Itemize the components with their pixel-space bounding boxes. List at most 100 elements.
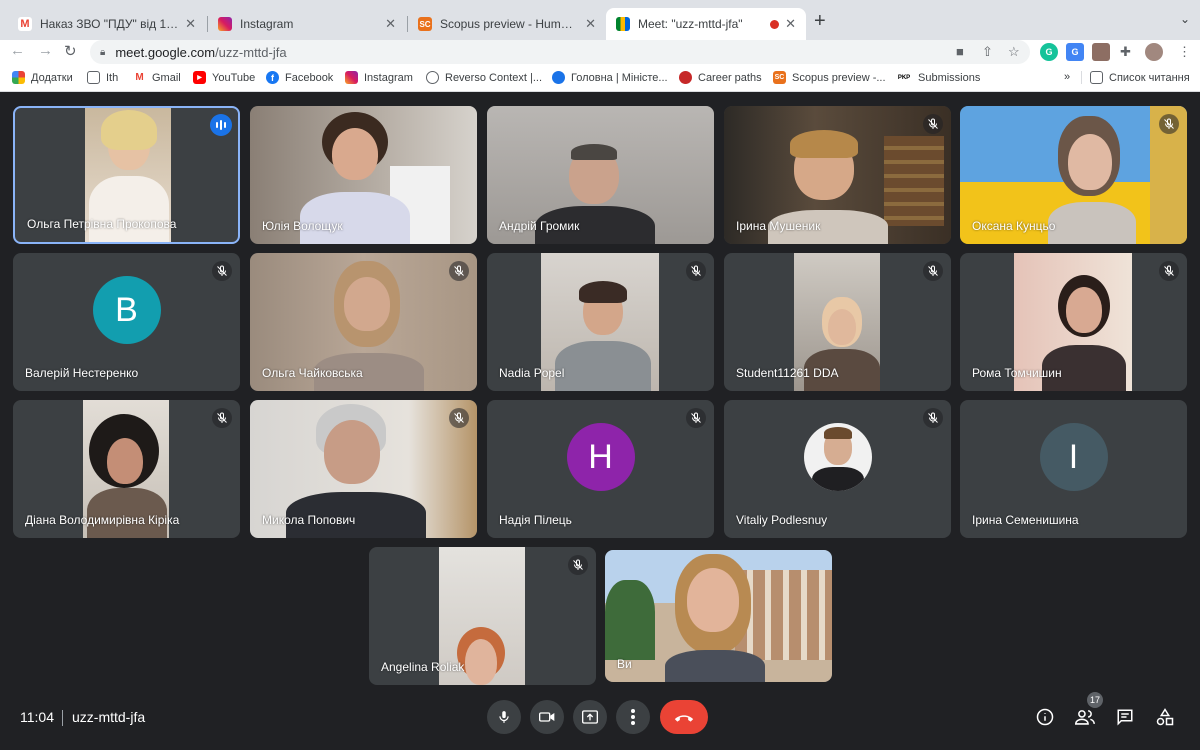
participant-tile[interactable]: I Ірина Семенишина — [960, 400, 1187, 538]
avatar: H — [566, 423, 635, 491]
tab-instagram[interactable]: Instagram ✕ — [208, 8, 406, 40]
participant-name: Nadia Popel — [499, 366, 565, 380]
bookmark-ministry[interactable]: Головна | Міністе... — [552, 71, 668, 84]
instagram-icon — [345, 71, 358, 84]
present-screen-button[interactable] — [573, 700, 607, 734]
participant-count-badge: 17 — [1087, 692, 1103, 708]
self-view-tile[interactable]: Ви — [605, 550, 832, 682]
camera-button[interactable] — [530, 700, 564, 734]
activities-button[interactable] — [1154, 706, 1176, 728]
participant-name: Рома Томчишин — [972, 366, 1062, 380]
participant-name: Ірина Мушеник — [736, 219, 821, 233]
muted-mic-icon — [1159, 114, 1179, 134]
scopus-icon: SC — [418, 17, 432, 31]
people-button[interactable] — [1074, 706, 1096, 728]
participant-tile[interactable]: Оксана Кунцьо — [960, 106, 1187, 244]
chat-button[interactable] — [1114, 706, 1136, 728]
bookmark-gmail[interactable]: M Gmail — [133, 71, 181, 84]
youtube-icon: ▶ — [193, 71, 206, 84]
bookmark-facebook[interactable]: f Facebook — [266, 71, 333, 84]
participant-tile[interactable]: Микола Попович — [250, 400, 477, 538]
participant-tile[interactable]: Ірина Мушеник — [724, 106, 951, 244]
participant-tile[interactable]: B Валерій Нестеренко — [13, 253, 240, 391]
participant-name: Діана Володимирівна Кіріка — [25, 513, 180, 527]
address-bar[interactable]: 🔒︎ meet.google.com/uzz-mttd-jfa — [90, 40, 1030, 64]
instagram-icon — [218, 17, 232, 31]
participant-name: Юлія Волощук — [262, 219, 343, 233]
forward-arrow-icon[interactable]: → — [38, 42, 53, 59]
translate-extension-icon[interactable]: G — [1066, 43, 1084, 61]
close-tab-icon[interactable]: ✕ — [185, 16, 196, 32]
profile-avatar[interactable] — [1145, 43, 1163, 61]
bookmark-apps[interactable]: Додатки — [12, 71, 73, 84]
participant-tile[interactable]: Ольга Чайковська — [250, 253, 477, 391]
camera-in-use-icon[interactable]: ■ — [956, 44, 964, 59]
participant-name: Ви — [617, 657, 632, 671]
meeting-details-button[interactable] — [1034, 706, 1056, 728]
bookmark-ith[interactable]: Ith — [87, 71, 118, 84]
tab-gmail[interactable]: M Наказ ЗВО "ПДУ" від 16.02.20 ✕ — [8, 8, 206, 40]
bookmark-youtube[interactable]: ▶ YouTube — [193, 71, 255, 84]
reverso-icon — [426, 71, 439, 84]
participant-tile[interactable]: Діана Володимирівна Кіріка — [13, 400, 240, 538]
muted-mic-icon — [449, 408, 469, 428]
participant-tile[interactable]: Ольга Петрівна Прокопова — [13, 106, 240, 244]
participant-tile[interactable]: Андрій Громик — [487, 106, 714, 244]
bookmark-submissions[interactable]: PKP Submissions — [896, 71, 980, 84]
bookmark-career-paths[interactable]: Career paths — [679, 71, 762, 84]
muted-mic-icon — [568, 555, 588, 575]
bookmarks-overflow-chevron[interactable]: » — [1064, 71, 1070, 83]
reload-icon[interactable]: ↻ — [64, 42, 77, 60]
browser-toolbar: ← → ↻ 🔒︎ meet.google.com/uzz-mttd-jfa ■ … — [0, 40, 1200, 66]
leave-call-button[interactable] — [660, 700, 708, 734]
grammarly-extension-icon[interactable]: G — [1040, 43, 1058, 61]
participant-name: Микола Попович — [262, 513, 356, 527]
participant-name: Vitaliy Podlesnuy — [736, 513, 828, 527]
browser-tab-bar: M Наказ ЗВО "ПДУ" від 16.02.20 ✕ Instagr… — [0, 0, 1200, 40]
back-arrow-icon[interactable]: ← — [10, 42, 25, 59]
new-tab-button[interactable]: + — [814, 10, 826, 33]
extension-icon[interactable] — [1092, 43, 1110, 61]
reading-list[interactable]: Список читання — [1081, 71, 1190, 84]
bookmark-reverso[interactable]: Reverso Context |... — [426, 71, 542, 84]
participant-tile[interactable]: Vitaliy Podlesnuy — [724, 400, 951, 538]
close-tab-icon[interactable]: ✕ — [585, 16, 596, 32]
more-options-button[interactable] — [616, 700, 650, 734]
lock-icon[interactable]: 🔒︎ — [100, 47, 105, 58]
muted-mic-icon — [686, 408, 706, 428]
participant-tile[interactable]: Angelina Roliak — [369, 547, 596, 685]
bookmark-scopus[interactable]: SC Scopus preview -... — [773, 71, 886, 84]
avatar-photo — [803, 423, 872, 491]
participant-tile[interactable]: Nadia Popel — [487, 253, 714, 391]
microphone-icon — [499, 711, 509, 723]
participant-tile[interactable]: Student11261 DDA — [724, 253, 951, 391]
share-icon[interactable]: ⇧ — [982, 44, 993, 60]
bookmark-star-icon[interactable]: ☆ — [1008, 44, 1020, 60]
tab-search-chevron-icon[interactable]: ⌄ — [1180, 12, 1190, 26]
meet-icon — [616, 17, 630, 31]
participant-tile[interactable]: Юлія Волощук — [250, 106, 477, 244]
muted-mic-icon — [212, 408, 232, 428]
tab-scopus[interactable]: SC Scopus preview - Humeniuk, In ✕ — [408, 8, 606, 40]
reading-list-icon — [1090, 71, 1103, 84]
tab-title: Наказ ЗВО "ПДУ" від 16.02.20 — [40, 17, 179, 31]
extensions-puzzle-icon[interactable]: ✚ — [1120, 44, 1131, 60]
folder-icon — [87, 71, 100, 84]
participant-tile[interactable]: H Надія Пілець — [487, 400, 714, 538]
ministry-icon — [552, 71, 565, 84]
chat-icon — [1117, 709, 1133, 726]
microphone-button[interactable] — [487, 700, 521, 734]
participant-name: Оксана Кунцьо — [972, 219, 1056, 233]
bookmark-instagram[interactable]: Instagram — [345, 71, 413, 84]
browser-menu-icon[interactable]: ⋮ — [1178, 44, 1191, 60]
close-tab-icon[interactable]: ✕ — [785, 16, 796, 32]
recording-indicator-icon — [770, 19, 780, 29]
url-text[interactable]: meet.google.com/uzz-mttd-jfa — [115, 45, 286, 60]
close-tab-icon[interactable]: ✕ — [385, 16, 396, 32]
gmail-icon: M — [133, 71, 146, 84]
muted-mic-icon — [923, 114, 943, 134]
people-icon — [1075, 710, 1095, 725]
meet-participant-grid: Ольга Петрівна Прокопова Юлія Волощук Ан… — [0, 92, 1200, 750]
tab-meet[interactable]: Meet: "uzz-mttd-jfa" ✕ — [606, 8, 806, 40]
participant-tile[interactable]: Рома Томчишин — [960, 253, 1187, 391]
